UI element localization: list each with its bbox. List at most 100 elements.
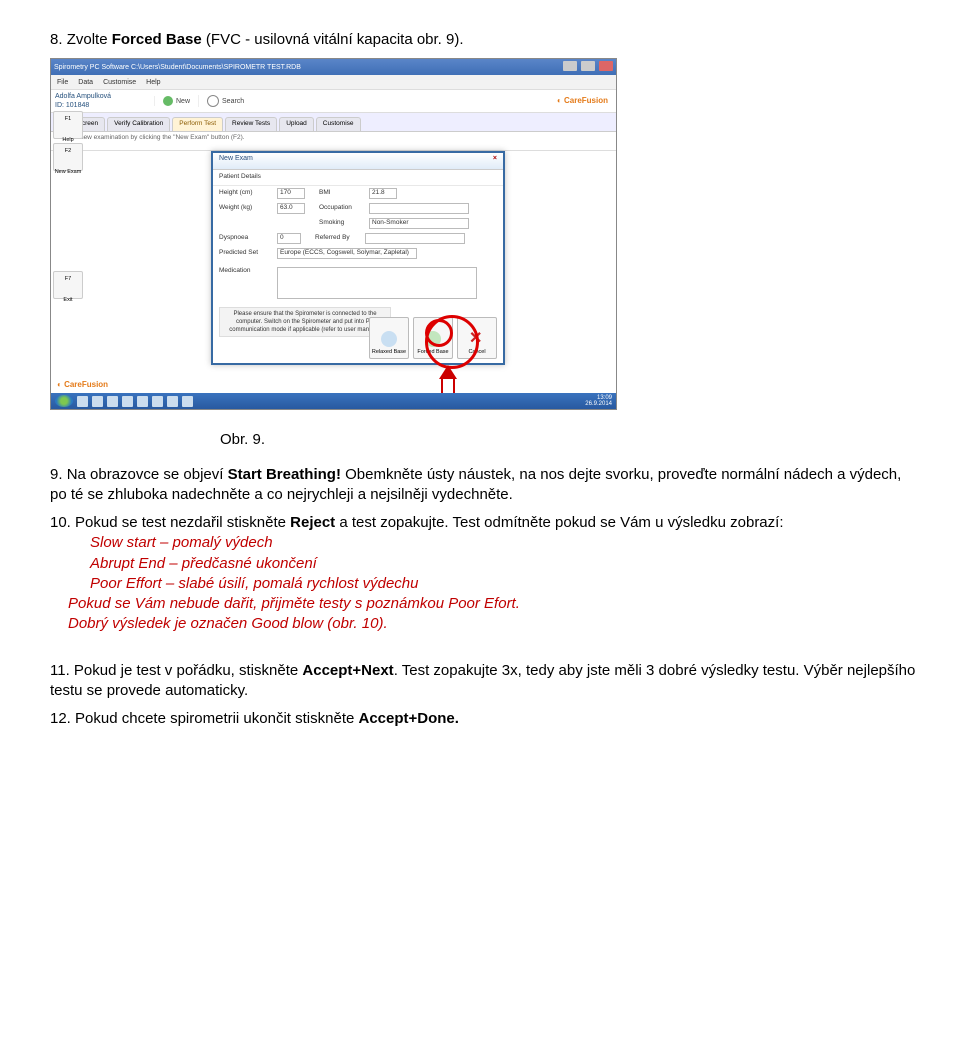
bullet-abrupt-end: Abrupt End – předčasné ukončení <box>90 554 920 574</box>
dyspnoea-input[interactable]: 0 <box>277 233 301 244</box>
menu-bar: File Data Customise Help <box>51 75 616 90</box>
step-10-reject: Reject <box>290 514 335 531</box>
window-title: Spirometry PC Software C:\Users\Student\… <box>54 63 301 72</box>
brand-logo: ◐ CareFusion <box>557 96 616 107</box>
row-smoking: Smoking Non-Smoker <box>213 216 503 231</box>
step-11-accept-next: Accept+Next <box>302 662 393 679</box>
tab-customise[interactable]: Customise <box>316 117 361 131</box>
fkey: F7 <box>54 276 82 283</box>
step-9-text-a: Na obrazovce se objeví <box>67 466 228 483</box>
app-screenshot: Spirometry PC Software C:\Users\Student\… <box>50 58 617 410</box>
window-titlebar: Spirometry PC Software C:\Users\Student\… <box>51 59 616 75</box>
red-circle-annotation-large <box>425 315 479 369</box>
row-height-bmi: Height (cm) 170 BMI 21.8 <box>213 186 503 201</box>
step-9-bold: Start Breathing! <box>228 466 341 483</box>
step-12: 12. Pokud chcete spirometrii ukončit sti… <box>50 709 920 729</box>
toolbar: Adolfa Ampulková ID: 101848 New Search ◐… <box>51 90 616 113</box>
predicted-label: Predicted Set <box>219 249 271 258</box>
patient-box: Adolfa Ampulková ID: 101848 <box>51 90 154 113</box>
step-9-num: 9. <box>50 466 63 483</box>
step-8: 8. Zvolte Forced Base (FVC - usilovná vi… <box>50 30 920 50</box>
maximize-icon[interactable] <box>581 61 595 71</box>
bmi-label: BMI <box>319 189 363 198</box>
tab-perform-test[interactable]: Perform Test <box>172 117 223 131</box>
tab-label: Perform Test <box>179 120 216 129</box>
step-8-num: 8. <box>50 31 63 48</box>
dialog-message: Please ensure that the Spirometer is con… <box>219 307 391 337</box>
smoking-select[interactable]: Non-Smoker <box>369 218 469 229</box>
step-10-t1c: a test zopakujte. Test odmítněte pokud s… <box>335 514 783 531</box>
new-exam-button[interactable]: F2 New Exam <box>53 143 83 171</box>
dialog-title: New Exam <box>219 154 253 168</box>
weight-label: Weight (kg) <box>219 204 271 213</box>
minimize-icon[interactable] <box>563 61 577 71</box>
taskbar-app-icon[interactable] <box>122 396 133 407</box>
tab-verify-calibration[interactable]: Verify Calibration <box>107 117 170 131</box>
row-weight-occupation: Weight (kg) 63.0 Occupation <box>213 201 503 216</box>
menu-help[interactable]: Help <box>146 78 160 87</box>
taskbar-app-icon[interactable] <box>167 396 178 407</box>
left-btn-label: Help <box>62 137 73 143</box>
step-9: 9. Na obrazovce se objeví Start Breathin… <box>50 465 920 506</box>
taskbar-app-icon[interactable] <box>77 396 88 407</box>
step-10-t1: Pokud se test nezdařil stiskněte <box>75 514 290 531</box>
btn-label: Relaxed Base <box>372 349 406 356</box>
tab-label: Review Tests <box>232 120 270 129</box>
exit-button[interactable]: F7 Exit <box>53 271 83 299</box>
taskbar-app-icon[interactable] <box>182 396 193 407</box>
menu-file[interactable]: File <box>57 78 68 87</box>
toolbar-search[interactable]: Search <box>198 95 252 107</box>
step-10-bullets: Slow start – pomalý výdech Abrupt End – … <box>50 533 920 594</box>
taskbar-clock: 13:09 26.9.2014 <box>585 395 612 408</box>
clock-time: 13:09 <box>585 395 612 402</box>
left-btn-label: New Exam <box>55 169 82 175</box>
toolbar-new[interactable]: New <box>154 96 198 106</box>
tab-strip: Start Screen Verify Calibration Perform … <box>51 113 616 132</box>
left-btn-label: Exit <box>63 297 72 303</box>
step-11-num: 11. <box>50 662 70 679</box>
medication-textarea[interactable] <box>277 267 477 299</box>
lungs-icon <box>381 331 397 347</box>
menu-customise[interactable]: Customise <box>103 78 136 87</box>
footer-brand: ◐ CareFusion <box>57 380 108 391</box>
relaxed-base-button[interactable]: Relaxed Base <box>369 317 409 359</box>
taskbar-app-icon[interactable] <box>107 396 118 407</box>
brand-text: CareFusion <box>564 96 608 105</box>
tab-label: Verify Calibration <box>114 120 163 129</box>
arrow-head-icon <box>439 365 457 379</box>
step-10-num: 10. <box>50 514 71 531</box>
patient-id: ID: 101848 <box>55 101 150 110</box>
start-button-icon[interactable] <box>55 395 73 407</box>
left-buttons: F1 Help F2 New Exam F7 Exit <box>53 111 87 303</box>
referred-label: Referred By <box>315 234 359 243</box>
step-8-bold: Forced Base <box>112 31 202 48</box>
weight-input[interactable]: 63.0 <box>277 203 305 214</box>
bullet-poor-effort: Poor Effort – slabé úsilí, pomalá rychlo… <box>90 574 920 594</box>
plus-icon <box>163 96 173 106</box>
referred-input[interactable] <box>365 233 465 244</box>
step-10-t3: Dobrý výsledek je označen Good blow (obr… <box>68 614 920 634</box>
medication-label: Medication <box>219 267 271 276</box>
fkey: F1 <box>54 116 82 123</box>
step-11-t1: Pokud je test v pořádku, stiskněte <box>74 662 302 679</box>
bmi-value: 21.8 <box>369 188 397 199</box>
dyspnoea-label: Dyspnoea <box>219 234 271 243</box>
help-button[interactable]: F1 Help <box>53 111 83 139</box>
menu-data[interactable]: Data <box>78 78 93 87</box>
taskbar-app-icon[interactable] <box>137 396 148 407</box>
row-predicted: Predicted Set Europe (ECCS, Cogswell, So… <box>213 246 503 261</box>
taskbar-app-icon[interactable] <box>152 396 163 407</box>
step-8-prefix: Zvolte <box>67 31 112 48</box>
height-input[interactable]: 170 <box>277 188 305 199</box>
tab-upload[interactable]: Upload <box>279 117 314 131</box>
taskbar-icons <box>77 396 193 407</box>
dialog-titlebar: New Exam × <box>213 153 503 170</box>
occupation-input[interactable] <box>369 203 469 214</box>
dialog-close-icon[interactable]: × <box>493 154 497 168</box>
step-12-accept-done: Accept+Done. <box>359 710 459 727</box>
close-icon[interactable] <box>599 61 613 71</box>
predicted-select[interactable]: Europe (ECCS, Cogswell, Solymar, Zapleta… <box>277 248 417 259</box>
taskbar-app-icon[interactable] <box>92 396 103 407</box>
window-buttons <box>561 61 613 74</box>
tab-review-tests[interactable]: Review Tests <box>225 117 277 131</box>
